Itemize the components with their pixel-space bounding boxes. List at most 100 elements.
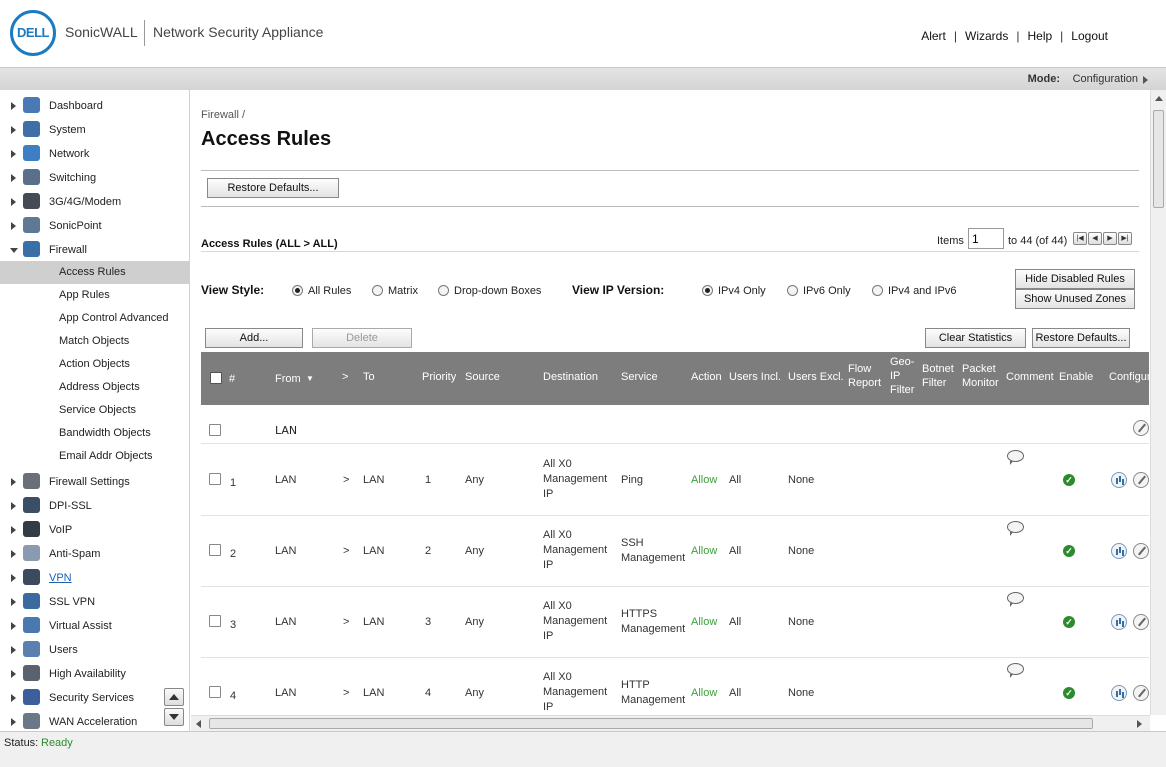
first-page-icon[interactable]: |◀ (1073, 232, 1087, 245)
rule-service[interactable]: HTTP Management (621, 678, 691, 708)
add-rule-button[interactable]: Add... (205, 328, 303, 348)
expand-open-icon[interactable] (10, 248, 18, 253)
table-row[interactable]: 3 LAN > LAN 3 Any Allow All None All X0 Managemen… (201, 587, 1149, 658)
edit-icon[interactable] (1133, 472, 1149, 488)
enabled-check-icon[interactable]: ✓ (1063, 545, 1075, 557)
expand-icon[interactable] (11, 670, 16, 678)
rule-destination[interactable]: All X0 Management IP (543, 670, 613, 715)
expand-icon[interactable] (11, 102, 16, 110)
sidebar-item-firewall[interactable]: Firewall (0, 238, 189, 262)
sidebar-item-switching[interactable]: Switching (0, 166, 189, 190)
delete-rule-button[interactable]: Delete (312, 328, 412, 348)
sidebar-item-sonicpoint[interactable]: SonicPoint (0, 214, 189, 238)
col-users-excl[interactable]: Users Excl. (788, 370, 844, 384)
vertical-scroll-thumb[interactable] (1153, 110, 1164, 208)
sidebar-item-system[interactable]: System (0, 118, 189, 142)
radio-dot[interactable] (702, 285, 713, 296)
radio-dot[interactable] (872, 285, 883, 296)
mode-arrow-icon[interactable] (1143, 76, 1148, 84)
expand-icon[interactable] (11, 718, 16, 726)
expand-icon[interactable] (11, 574, 16, 582)
group-edit-icon[interactable] (1133, 420, 1149, 436)
rule-destination[interactable]: All X0 Management IP (543, 528, 613, 573)
rule-destination[interactable]: All X0 Management IP (543, 599, 613, 644)
alert-link[interactable]: Alert (921, 29, 946, 43)
expand-icon[interactable] (11, 598, 16, 606)
sidebar-subitem-access-rules[interactable]: Access Rules (0, 261, 189, 284)
radio-dot[interactable] (438, 285, 449, 296)
rule-service[interactable]: HTTPS Management (621, 607, 691, 637)
radio-dot[interactable] (292, 285, 303, 296)
statistics-icon[interactable] (1111, 543, 1127, 559)
vertical-scrollbar[interactable] (1150, 90, 1166, 715)
row-checkbox[interactable] (209, 615, 221, 627)
hide-disabled-rules-button[interactable]: Hide Disabled Rules (1015, 269, 1135, 289)
sidebar-subitem-bandwidth-objects[interactable]: Bandwidth Objects (0, 422, 189, 445)
sidebar-item-ssl-vpn[interactable]: SSL VPN (0, 590, 189, 614)
scroll-up-icon[interactable] (1155, 96, 1163, 101)
restore-defaults-button[interactable]: Restore Defaults... (1032, 328, 1130, 348)
col-destination[interactable]: Destination (543, 370, 598, 384)
col-from[interactable]: From (275, 372, 301, 386)
sidebar-item-security-services[interactable]: Security Services (0, 686, 189, 710)
prev-page-icon[interactable]: ◀ (1088, 232, 1102, 245)
col-source[interactable]: Source (465, 370, 500, 384)
expand-icon[interactable] (11, 646, 16, 654)
expand-icon[interactable] (11, 198, 16, 206)
rule-service[interactable]: Ping (621, 473, 691, 488)
expand-icon[interactable] (11, 502, 16, 510)
sidebar-item-3g-4g-modem[interactable]: 3G/4G/Modem (0, 190, 189, 214)
radio-dot[interactable] (787, 285, 798, 296)
edit-icon[interactable] (1133, 614, 1149, 630)
mode-value[interactable]: Configuration (1073, 73, 1138, 85)
table-row[interactable]: 1 LAN > LAN 1 Any Allow All None All X0 Managemen… (201, 445, 1149, 516)
sidebar-item-dpi-ssl[interactable]: DPI-SSL (0, 494, 189, 518)
expand-icon[interactable] (11, 550, 16, 558)
sort-desc-icon[interactable]: ▼ (306, 372, 314, 386)
col-to[interactable]: To (363, 370, 375, 384)
sidebar-item-firewall-settings[interactable]: Firewall Settings (0, 470, 189, 494)
sidebar-item-vpn[interactable]: VPN (0, 566, 189, 590)
comment-icon[interactable] (1007, 663, 1024, 678)
row-checkbox[interactable] (209, 544, 221, 556)
sidebar-subitem-service-objects[interactable]: Service Objects (0, 399, 189, 422)
sidebar-subitem-email-addr-objects[interactable]: Email Addr Objects (0, 445, 189, 468)
enabled-check-icon[interactable]: ✓ (1063, 474, 1075, 486)
enabled-check-icon[interactable]: ✓ (1063, 687, 1075, 699)
expand-icon[interactable] (11, 622, 16, 630)
sidebar-scroll-up-button[interactable] (164, 688, 184, 706)
sidebar-subitem-match-objects[interactable]: Match Objects (0, 330, 189, 353)
rule-service[interactable]: SSH Management (621, 536, 691, 566)
show-unused-zones-button[interactable]: Show Unused Zones (1015, 289, 1135, 309)
table-row[interactable]: 2 LAN > LAN 2 Any Allow All None All X0 Managemen… (201, 516, 1149, 587)
sidebar-item-network[interactable]: Network (0, 142, 189, 166)
sidebar-item-high-availability[interactable]: High Availability (0, 662, 189, 686)
edit-icon[interactable] (1133, 543, 1149, 559)
logout-link[interactable]: Logout (1071, 29, 1108, 43)
expand-icon[interactable] (11, 478, 16, 486)
horizontal-scrollbar[interactable] (191, 715, 1150, 731)
select-all-checkbox[interactable] (210, 372, 222, 384)
rule-destination[interactable]: All X0 Management IP (543, 457, 613, 502)
next-page-icon[interactable]: ▶ (1103, 232, 1117, 245)
last-page-icon[interactable]: ▶| (1118, 232, 1132, 245)
row-checkbox[interactable] (209, 686, 221, 698)
col-service[interactable]: Service (621, 370, 658, 384)
comment-icon[interactable] (1007, 592, 1024, 607)
sidebar-subitem-action-objects[interactable]: Action Objects (0, 353, 189, 376)
col-priority[interactable]: Priority (422, 370, 456, 384)
comment-icon[interactable] (1007, 450, 1024, 465)
row-checkbox[interactable] (209, 473, 221, 485)
col-users-incl[interactable]: Users Incl. (729, 370, 781, 384)
table-row[interactable]: 4 LAN > LAN 4 Any Allow All None All X0 Managemen… (201, 658, 1149, 715)
edit-icon[interactable] (1133, 685, 1149, 701)
group-checkbox[interactable] (209, 424, 221, 436)
col-action[interactable]: Action (691, 370, 722, 384)
expand-icon[interactable] (11, 694, 16, 702)
sidebar-item-anti-spam[interactable]: Anti-Spam (0, 542, 189, 566)
expand-icon[interactable] (11, 174, 16, 182)
expand-icon[interactable] (11, 150, 16, 158)
scroll-right-icon[interactable] (1137, 720, 1142, 728)
statistics-icon[interactable] (1111, 614, 1127, 630)
expand-icon[interactable] (11, 222, 16, 230)
